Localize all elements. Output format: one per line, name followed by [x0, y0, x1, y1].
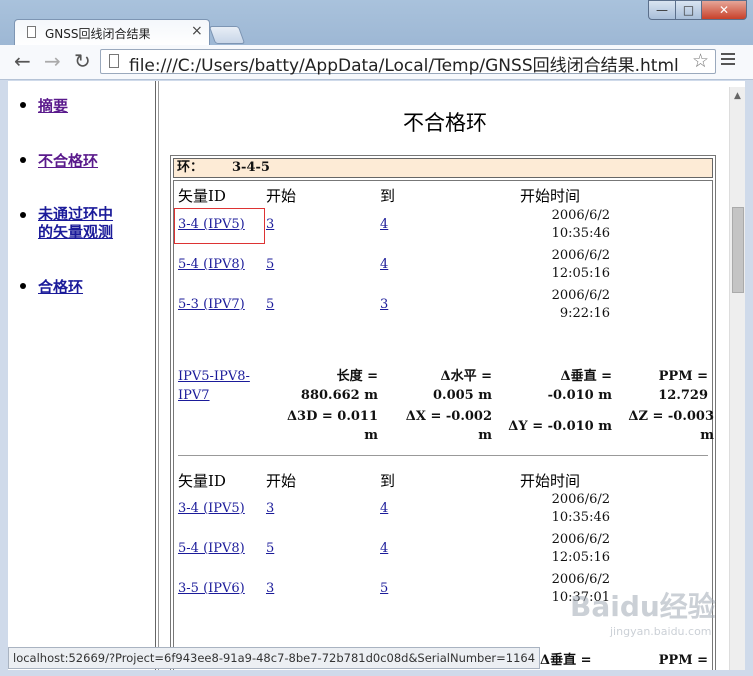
start-time: 2006/6/2 12:05:16	[520, 531, 610, 567]
start-clock: 10:35:46	[551, 510, 610, 525]
end-point-link[interactable]: 4	[380, 217, 388, 232]
sidebar-link-passed-loops[interactable]: 合格环	[38, 278, 83, 296]
start-point-link[interactable]: 3	[266, 501, 274, 516]
scroll-up-icon[interactable]: ▲	[734, 91, 741, 101]
start-date: 2006/6/2	[551, 492, 610, 507]
page-title: 不合格环	[403, 111, 487, 135]
vertical-delta-value: Δ垂直 = -0.010 m	[547, 369, 612, 403]
browser-toolbar: ← → ↻ file:///C:/Users/batty/AppData/Loc…	[0, 45, 753, 80]
end-point-link[interactable]: 3	[380, 297, 388, 312]
column-header-start: 开始	[266, 472, 297, 490]
start-date: 2006/6/2	[551, 248, 610, 263]
forward-icon[interactable]: →	[44, 51, 61, 71]
tab-title: GNSS回线闭合结果	[45, 27, 151, 41]
menu-icon[interactable]	[721, 53, 735, 68]
page-content: 摘要 不合格环 未通过环中的矢量观测 合格环 不合格环 环： 3-4-5 矢量I…	[8, 81, 745, 670]
tab-close-icon[interactable]: ×	[191, 23, 203, 39]
new-tab-button[interactable]	[208, 26, 246, 44]
sidebar-link-failed-loops[interactable]: 不合格环	[38, 152, 98, 170]
loop-vectors-link[interactable]: IPV5-IPV8-IPV7	[178, 367, 262, 405]
ppm-label: PPM =	[658, 653, 708, 668]
start-time: 2006/6/2 12:05:16	[520, 247, 610, 283]
column-header-to: 到	[380, 472, 396, 490]
scrollbar-thumb[interactable]	[732, 207, 744, 293]
start-clock: 9:22:16	[559, 306, 610, 321]
start-clock: 10:35:46	[551, 226, 610, 241]
vector-link[interactable]: 3-5 (IPV6)	[178, 581, 245, 596]
start-clock: 12:05:16	[551, 550, 610, 565]
column-header-start-time: 开始时间	[520, 472, 581, 490]
sidebar-item-summary: 摘要	[19, 95, 68, 116]
horizontal-delta-value: Δ水平 = 0.005 m	[433, 369, 492, 403]
start-time: 2006/6/2 10:35:46	[520, 207, 610, 243]
end-point-link[interactable]: 4	[380, 501, 388, 516]
vector-link[interactable]: 3-4 (IPV5)	[178, 217, 245, 232]
vector-link[interactable]: 5-3 (IPV7)	[178, 297, 245, 312]
minimize-button[interactable]: —	[648, 0, 676, 20]
delta-3d-value: Δ3D = 0.011 m	[286, 409, 378, 443]
start-point-link[interactable]: 3	[266, 581, 274, 596]
loop-id: 3-4-5	[232, 160, 270, 175]
sidebar-item-passed-loops: 合格环	[19, 276, 83, 297]
column-header-start-time: 开始时间	[520, 187, 581, 205]
start-date: 2006/6/2	[551, 532, 610, 547]
vector-link[interactable]: 5-4 (IPV8)	[178, 257, 245, 272]
vertical-scrollbar[interactable]: ▲	[729, 87, 745, 670]
start-clock: 12:05:16	[551, 266, 610, 281]
column-header-to: 到	[380, 187, 396, 205]
start-point-link[interactable]: 5	[266, 541, 274, 556]
sidebar-link-summary[interactable]: 摘要	[38, 97, 68, 115]
sidebar-link-failed-vectors[interactable]: 未通过环中的矢量观测	[38, 205, 113, 241]
reload-icon[interactable]: ↻	[74, 51, 91, 71]
page-icon	[109, 54, 119, 68]
back-icon[interactable]: ←	[14, 51, 31, 71]
start-point-link[interactable]: 3	[266, 217, 274, 232]
end-point-link[interactable]: 4	[380, 541, 388, 556]
baidu-watermark: Baidu经验 jingyan.baidu.com	[570, 585, 720, 640]
delta-y-value: ΔY = -0.010 m	[508, 419, 612, 434]
watermark-subtext: jingyan.baidu.com	[610, 625, 712, 638]
column-header-start: 开始	[266, 187, 297, 205]
start-point-link[interactable]: 5	[266, 257, 274, 272]
frame-divider[interactable]	[158, 81, 159, 670]
delta-z-value: ΔZ = -0.003 m	[628, 409, 714, 443]
address-bar[interactable]: file:///C:/Users/batty/AppData/Local/Tem…	[100, 49, 716, 76]
column-header-vector-id: 矢量ID	[178, 472, 226, 490]
url-text[interactable]: file:///C:/Users/batty/AppData/Local/Tem…	[129, 51, 679, 76]
loop-header: 环： 3-4-5	[173, 158, 713, 178]
start-time: 2006/6/2 10:35:46	[520, 491, 610, 527]
browser-tab[interactable]: GNSS回线闭合结果 ×	[14, 19, 210, 46]
results-frame: 不合格环 环： 3-4-5 矢量ID 开始 到 开始时间 3-4 (IPV5) …	[162, 81, 728, 670]
column-header-vector-id: 矢量ID	[178, 187, 226, 205]
status-bar: localhost:52669/?Project=6f943ee8-91a9-4…	[8, 647, 541, 669]
watermark-text: Baidu经验	[570, 590, 716, 623]
end-point-link[interactable]: 4	[380, 257, 388, 272]
delta-x-value: ΔX = -0.002 m	[405, 409, 492, 443]
vector-link[interactable]: 3-4 (IPV5)	[178, 501, 245, 516]
ppm-value: PPM = 12.729	[658, 369, 708, 403]
length-value: 长度 = 880.662 m	[300, 369, 378, 403]
sidebar-item-failed-vectors: 未通过环中的矢量观测	[20, 205, 122, 241]
loop-label: 环：	[177, 160, 204, 175]
end-point-link[interactable]: 5	[380, 581, 388, 596]
browser-window: GNSS回线闭合结果 × — □ ✕ ← → ↻ file:///C:/User…	[0, 0, 753, 676]
sidebar-item-failed-loops: 不合格环	[19, 150, 98, 171]
group-separator	[178, 455, 708, 456]
document-icon	[27, 26, 36, 38]
bookmark-star-icon[interactable]: ☆	[692, 50, 709, 72]
start-date: 2006/6/2	[551, 208, 610, 223]
sidebar-frame: 摘要 不合格环 未通过环中的矢量观测 合格环	[8, 81, 156, 670]
vector-link[interactable]: 5-4 (IPV8)	[178, 541, 245, 556]
start-point-link[interactable]: 5	[266, 297, 274, 312]
title-bar: GNSS回线闭合结果 × — □ ✕	[0, 0, 753, 46]
start-time: 2006/6/2 9:22:16	[520, 287, 610, 323]
start-date: 2006/6/2	[551, 288, 610, 303]
close-window-button[interactable]: ✕	[701, 0, 747, 20]
maximize-button[interactable]: □	[675, 0, 702, 20]
